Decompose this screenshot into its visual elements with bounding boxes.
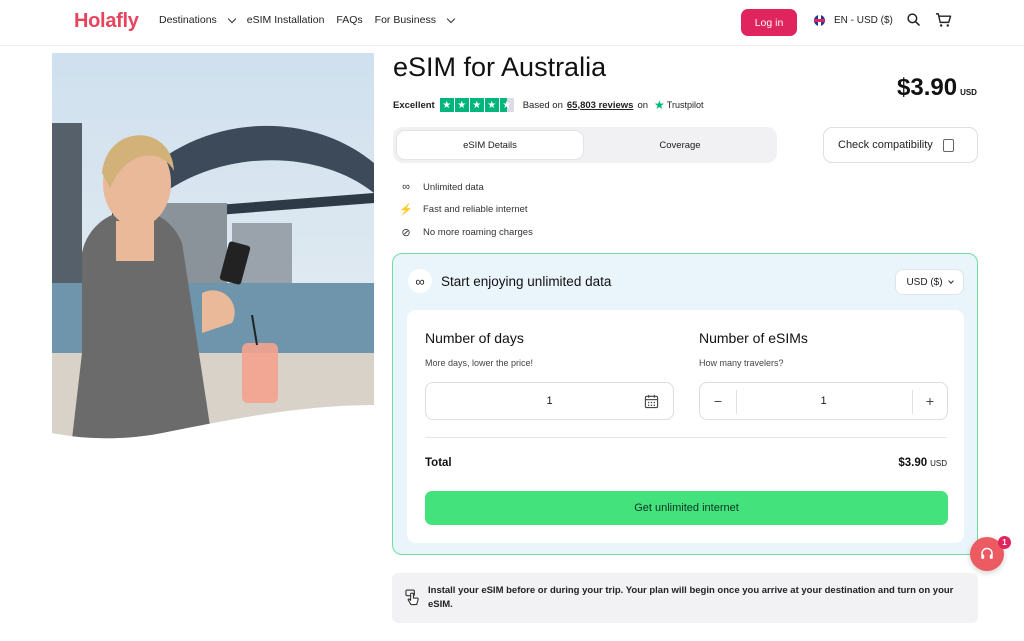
search-icon[interactable] xyxy=(907,13,920,26)
get-unlimited-internet-button[interactable]: Get unlimited internet xyxy=(425,491,948,525)
price: $3.90 USD xyxy=(897,74,977,102)
plan-header: ∞ Start enjoying unlimited data xyxy=(408,269,611,293)
chat-notification-badge: 1 xyxy=(998,536,1011,549)
infinity-icon: ∞ xyxy=(402,181,410,194)
nav-label: FAQs xyxy=(336,14,363,26)
feature-item: ∞ Unlimited data xyxy=(398,176,533,199)
feature-item: ⊘ No more roaming charges xyxy=(398,221,533,244)
headset-icon xyxy=(981,547,993,559)
lightning-icon: ⚡ xyxy=(399,204,413,217)
total-value: $3.90 USD xyxy=(898,457,947,469)
language-currency-selector[interactable]: EN - USD ($) xyxy=(814,15,893,26)
check-compatibility-button[interactable]: Check compatibility xyxy=(823,127,978,163)
esims-label: Number of eSIMs xyxy=(699,330,808,346)
chevron-down-icon xyxy=(227,14,237,23)
calendar-icon xyxy=(644,394,659,409)
holafly-logo[interactable]: Holafly xyxy=(74,10,139,33)
login-button[interactable]: Log in xyxy=(741,9,797,36)
cart-icon[interactable] xyxy=(935,12,952,28)
top-navigation-bar: Holafly Destinations eSIM Installation F… xyxy=(0,0,1024,46)
days-sublabel: More days, lower the price! xyxy=(425,358,534,368)
tap-hand-icon xyxy=(405,589,419,606)
divider xyxy=(425,437,947,438)
star-icon: ★ xyxy=(439,98,454,112)
plan-card: ∞ Start enjoying unlimited data USD ($) … xyxy=(392,253,978,555)
nav-faqs[interactable]: FAQs xyxy=(336,14,362,26)
total-label: Total xyxy=(425,457,452,469)
plan-configurator: Number of days More days, lower the pric… xyxy=(407,310,964,543)
currency-select-value: USD ($) xyxy=(906,276,943,288)
feature-label: No more roaming charges xyxy=(423,226,533,238)
page-title: eSIM for Australia xyxy=(393,52,607,82)
trustpilot-logo: Trustpilot xyxy=(666,100,704,110)
nav-esim-installation[interactable]: eSIM Installation xyxy=(247,14,325,26)
half-star-icon: ★ xyxy=(499,98,514,112)
reviews-link[interactable]: 65,803 reviews xyxy=(567,100,634,111)
total-currency: USD xyxy=(930,459,947,468)
nav-label: Destinations xyxy=(159,14,217,26)
language-label: EN - USD ($) xyxy=(834,15,893,26)
tab-coverage[interactable]: Coverage xyxy=(587,131,773,159)
hero-image xyxy=(52,53,374,439)
nav-label: For Business xyxy=(374,14,436,26)
total-amount: $3.90 xyxy=(898,457,928,469)
esims-value[interactable]: 1 xyxy=(820,395,826,407)
star-icon: ★ xyxy=(469,98,484,112)
nav-destinations[interactable]: Destinations xyxy=(159,14,237,26)
currency-select[interactable]: USD ($) xyxy=(895,269,964,295)
nav-for-business[interactable]: For Business xyxy=(374,14,456,26)
feature-label: Unlimited data xyxy=(423,181,484,193)
compat-label: Check compatibility xyxy=(838,139,933,151)
notice-text: Install your eSIM before or during your … xyxy=(428,585,954,610)
star-icon: ★ xyxy=(454,98,469,112)
feature-item: ⚡ Fast and reliable internet xyxy=(398,199,533,222)
increment-button[interactable]: + xyxy=(912,383,948,419)
detail-tabs: eSIM Details Coverage xyxy=(393,127,777,163)
chevron-down-icon xyxy=(446,14,456,23)
trustpilot-rating: Excellent ★ ★ ★ ★ ★ Based on 65,803 revi… xyxy=(393,98,703,112)
rating-label: Excellent xyxy=(393,99,435,111)
trustpilot-star-icon: ★ xyxy=(654,98,665,112)
no-roaming-icon: ⊘ xyxy=(401,226,411,239)
sydney-harbour-photo xyxy=(52,53,374,439)
uk-flag-icon xyxy=(814,15,825,26)
stepper-divider xyxy=(736,390,737,414)
infinity-icon: ∞ xyxy=(408,269,432,293)
rating-stars: ★ ★ ★ ★ ★ xyxy=(439,98,515,112)
price-value: $3.90 xyxy=(897,74,958,101)
main-nav: Destinations eSIM Installation FAQs For … xyxy=(159,14,466,26)
feature-label: Fast and reliable internet xyxy=(423,204,528,216)
plan-title: Start enjoying unlimited data xyxy=(441,273,612,289)
esims-sublabel: How many travelers? xyxy=(699,358,784,368)
esims-stepper: − 1 + xyxy=(699,382,948,420)
days-label: Number of days xyxy=(425,330,524,346)
rating-based-on: Based on xyxy=(522,99,563,111)
feature-list: ∞ Unlimited data ⚡ Fast and reliable int… xyxy=(398,176,533,244)
chevron-down-icon xyxy=(947,278,954,284)
decrement-button[interactable]: − xyxy=(700,383,736,419)
install-notice: Install your eSIM before or during your … xyxy=(392,573,978,623)
rating-on: on xyxy=(637,99,649,111)
price-currency: USD xyxy=(960,88,977,97)
phone-check-icon xyxy=(942,138,954,152)
days-picker[interactable]: 1 xyxy=(425,382,674,420)
days-value: 1 xyxy=(546,395,553,407)
star-icon: ★ xyxy=(484,98,499,112)
tab-esim-details[interactable]: eSIM Details xyxy=(397,131,583,159)
nav-label: eSIM Installation xyxy=(246,14,325,26)
